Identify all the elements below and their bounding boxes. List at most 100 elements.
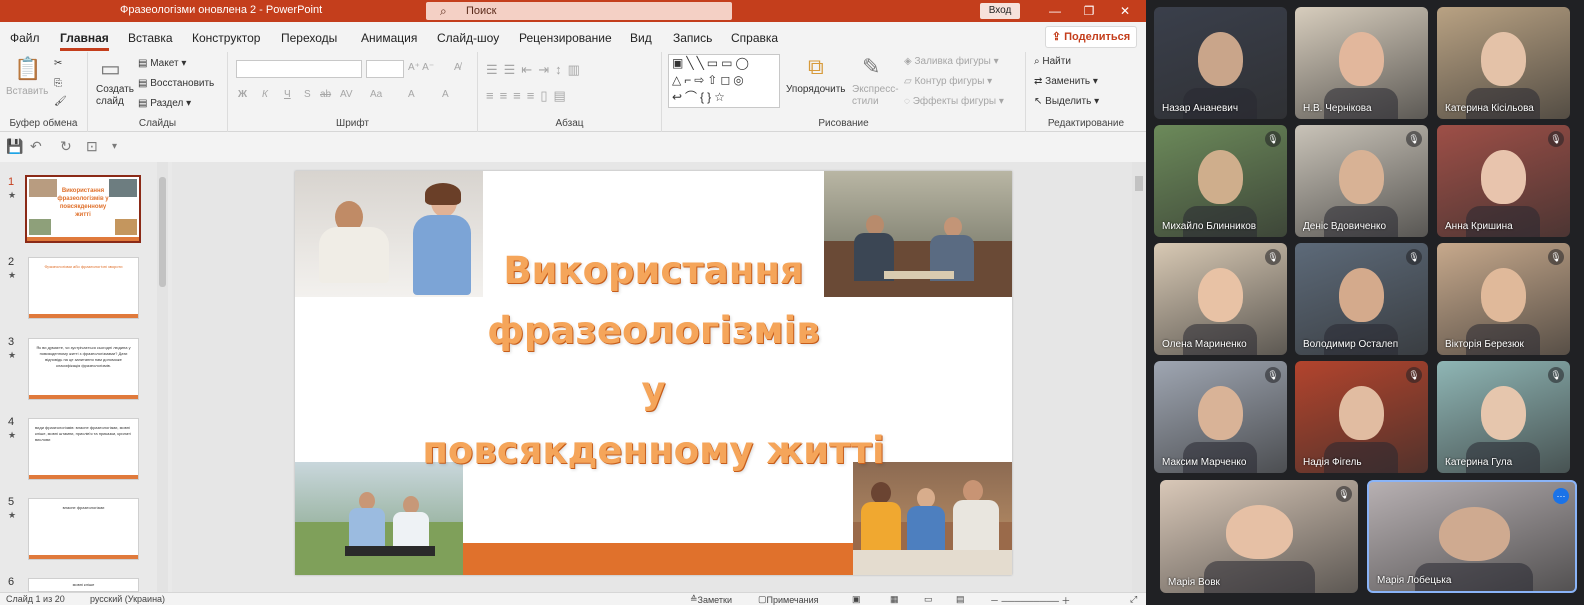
font-size-box[interactable] xyxy=(366,60,404,78)
slideshow-view-icon[interactable]: ▤ xyxy=(956,594,965,605)
participant-tile[interactable]: 🎙 Марія Вовк xyxy=(1160,480,1358,593)
slide-thumbnail-4[interactable]: види фразеологізмів: власне фразеологізм… xyxy=(28,418,139,480)
mic-off-icon: 🎙 xyxy=(1548,249,1564,265)
new-slide-button[interactable]: Создать слайд xyxy=(96,84,134,108)
paste-button[interactable]: Вставить xyxy=(6,86,48,97)
share-button[interactable]: ⇪ Поделиться xyxy=(1045,26,1137,48)
participant-tile[interactable]: 🎙 Максим Марченко xyxy=(1154,361,1287,473)
login-button[interactable]: Вход xyxy=(980,3,1020,19)
thumb-number: 6 xyxy=(8,576,15,588)
language-indicator[interactable]: русский (Украина) xyxy=(90,594,165,604)
current-slide[interactable]: Використання фразеологізмів у повсякденн… xyxy=(295,171,1012,575)
copy-icon[interactable]: ⎘ xyxy=(54,78,62,89)
participant-video xyxy=(1226,505,1293,559)
group-label: Редактирование xyxy=(1047,118,1125,129)
strike-button[interactable]: ab xyxy=(320,89,331,100)
shape-outline-button[interactable]: ▱ Контур фигуры ▾ xyxy=(904,76,992,87)
tab-home[interactable]: Главная xyxy=(60,31,109,51)
replace-label: Заменить xyxy=(1045,76,1091,87)
animation-star-icon: ★ xyxy=(8,350,17,360)
shadow-button[interactable]: S xyxy=(304,89,311,100)
slide-thumbnail-6[interactable]: мовні кліше xyxy=(28,578,139,592)
search-box[interactable]: ⌕ Поиск xyxy=(426,2,732,20)
tab-transitions[interactable]: Переходы xyxy=(281,31,337,45)
participant-tile[interactable]: 🎙 Михайло Блинников xyxy=(1154,125,1287,237)
slide-thumbnail-5[interactable]: власне фразеологізми xyxy=(28,498,139,560)
participant-tile[interactable]: 🎙 Анна Кришина xyxy=(1437,125,1570,237)
save-icon[interactable]: 💾 xyxy=(6,138,23,155)
reading-view-icon[interactable]: ▭ xyxy=(924,594,933,605)
tab-file[interactable]: Файл xyxy=(10,31,40,45)
sorter-view-icon[interactable]: ▦ xyxy=(890,594,899,605)
tab-animations[interactable]: Анимация xyxy=(361,31,417,45)
shapes-gallery[interactable]: ▣╲╲▭▭◯ △⌐⇨⇧◻◎ ↩⌒{}☆ xyxy=(668,54,780,108)
participant-video xyxy=(1339,268,1384,322)
close-button[interactable]: ✕ xyxy=(1110,2,1140,20)
undo-icon[interactable]: ↶ xyxy=(30,138,42,155)
present-icon[interactable]: ⊡ xyxy=(86,138,98,155)
section-button[interactable]: ▤ Раздел ▾ xyxy=(138,98,191,109)
highlight-button[interactable]: A xyxy=(408,89,415,100)
format-painter-icon[interactable]: 🖌 xyxy=(54,96,67,107)
italic-button[interactable]: К xyxy=(262,89,268,100)
slide-scrollbar[interactable] xyxy=(1132,162,1146,592)
find-button[interactable]: ⌕ Найти xyxy=(1034,56,1071,67)
shape-effects-button[interactable]: ◌ Эффекты фигуры ▾ xyxy=(904,96,1004,107)
group-clipboard: 📋 Вставить ✂ ⎘ 🖌 Буфер обмена xyxy=(0,52,88,132)
slide-title: Використання фразеологізмів у повсякденн… xyxy=(385,241,922,481)
notes-button[interactable]: ≙ Заметки xyxy=(690,594,732,605)
customize-qat-icon[interactable]: ▾ xyxy=(112,141,117,152)
participant-tile[interactable]: Назар Ананевич xyxy=(1154,7,1287,119)
replace-button[interactable]: ⇄ Заменить ▾ xyxy=(1034,76,1098,87)
tab-record[interactable]: Запись xyxy=(673,31,712,45)
search-placeholder: Поиск xyxy=(466,5,497,17)
arrange-button[interactable]: Упорядочить xyxy=(786,84,846,95)
thumbnails-scrollbar[interactable] xyxy=(157,162,168,592)
participant-tile[interactable]: 🎙 Деніс Вдовиченко xyxy=(1295,125,1428,237)
participant-tile[interactable]: Н.В. Чернікова xyxy=(1295,7,1428,119)
list-buttons-icon[interactable]: ☰☰⇤⇥↕▥ xyxy=(486,62,586,78)
tab-insert[interactable]: Вставка xyxy=(128,31,173,45)
align-buttons-icon[interactable]: ≡≡≡≡▯▤ xyxy=(486,88,572,104)
tab-review[interactable]: Рецензирование xyxy=(519,31,612,45)
tab-design[interactable]: Конструктор xyxy=(192,31,260,45)
slide-thumbnail-1[interactable]: Використання фразеологізмів у повсякденн… xyxy=(25,175,141,243)
more-options-icon[interactable]: ⋯ xyxy=(1553,488,1569,504)
fit-slide-icon[interactable]: ⤢ xyxy=(1130,594,1137,605)
slide-thumbnail-3[interactable]: Як ви думаєте, чи зустрічається сьогодні… xyxy=(28,338,139,400)
participant-tile[interactable]: 🎙 Олена Мариненко xyxy=(1154,243,1287,355)
spacing-button[interactable]: AV xyxy=(340,89,353,100)
shape-fill-button[interactable]: ◈ Заливка фигуры ▾ xyxy=(904,56,999,67)
case-button[interactable]: Aa xyxy=(370,89,382,100)
redo-icon[interactable]: ↻ xyxy=(60,138,72,155)
zoom-slider[interactable]: － ───────── ＋ xyxy=(990,594,1070,605)
section-label: Раздел xyxy=(150,98,184,109)
tab-slideshow[interactable]: Слайд-шоу xyxy=(437,31,499,45)
participant-tile[interactable]: 🎙 Катерина Гула xyxy=(1437,361,1570,473)
minimize-button[interactable]: — xyxy=(1040,2,1070,20)
underline-button[interactable]: Ч xyxy=(284,89,291,100)
quick-styles-button[interactable]: Экспресс- стили xyxy=(852,84,899,108)
grow-font-icon[interactable]: A⁺ A⁻ xyxy=(408,62,434,73)
bold-button[interactable]: Ж xyxy=(238,89,247,100)
comments-button[interactable]: ▢ Примечания xyxy=(758,594,818,605)
slide-thumbnail-2[interactable]: Фразеологізми або фразеологічні звороти xyxy=(28,257,139,319)
reset-button[interactable]: ▤ Восстановить xyxy=(138,78,214,89)
participant-tile[interactable]: 🎙 Володимир Осталеп xyxy=(1295,243,1428,355)
maximize-button[interactable]: ❐ xyxy=(1074,2,1104,20)
participant-tile[interactable]: Катерина Кісільова xyxy=(1437,7,1570,119)
participant-tile[interactable]: ⋯ Марія Лобецька xyxy=(1367,480,1577,593)
select-button[interactable]: ↖ Выделить ▾ xyxy=(1034,96,1099,107)
font-name-box[interactable] xyxy=(236,60,362,78)
cut-icon[interactable]: ✂ xyxy=(54,58,62,69)
participant-tile[interactable]: 🎙 Надія Фігель xyxy=(1295,361,1428,473)
ribbon: 📋 Вставить ✂ ⎘ 🖌 Буфер обмена ▭ Создать … xyxy=(0,52,1146,132)
layout-button[interactable]: ▤ Макет ▾ xyxy=(138,58,186,69)
tab-view[interactable]: Вид xyxy=(630,31,652,45)
normal-view-icon[interactable]: ▣ xyxy=(852,594,861,605)
clear-format-icon[interactable]: A̸ xyxy=(454,62,461,73)
tab-help[interactable]: Справка xyxy=(731,31,778,45)
mic-off-icon: 🎙 xyxy=(1406,249,1422,265)
participant-tile[interactable]: 🎙 Вікторія Березюк xyxy=(1437,243,1570,355)
font-color-button[interactable]: A xyxy=(442,89,449,100)
